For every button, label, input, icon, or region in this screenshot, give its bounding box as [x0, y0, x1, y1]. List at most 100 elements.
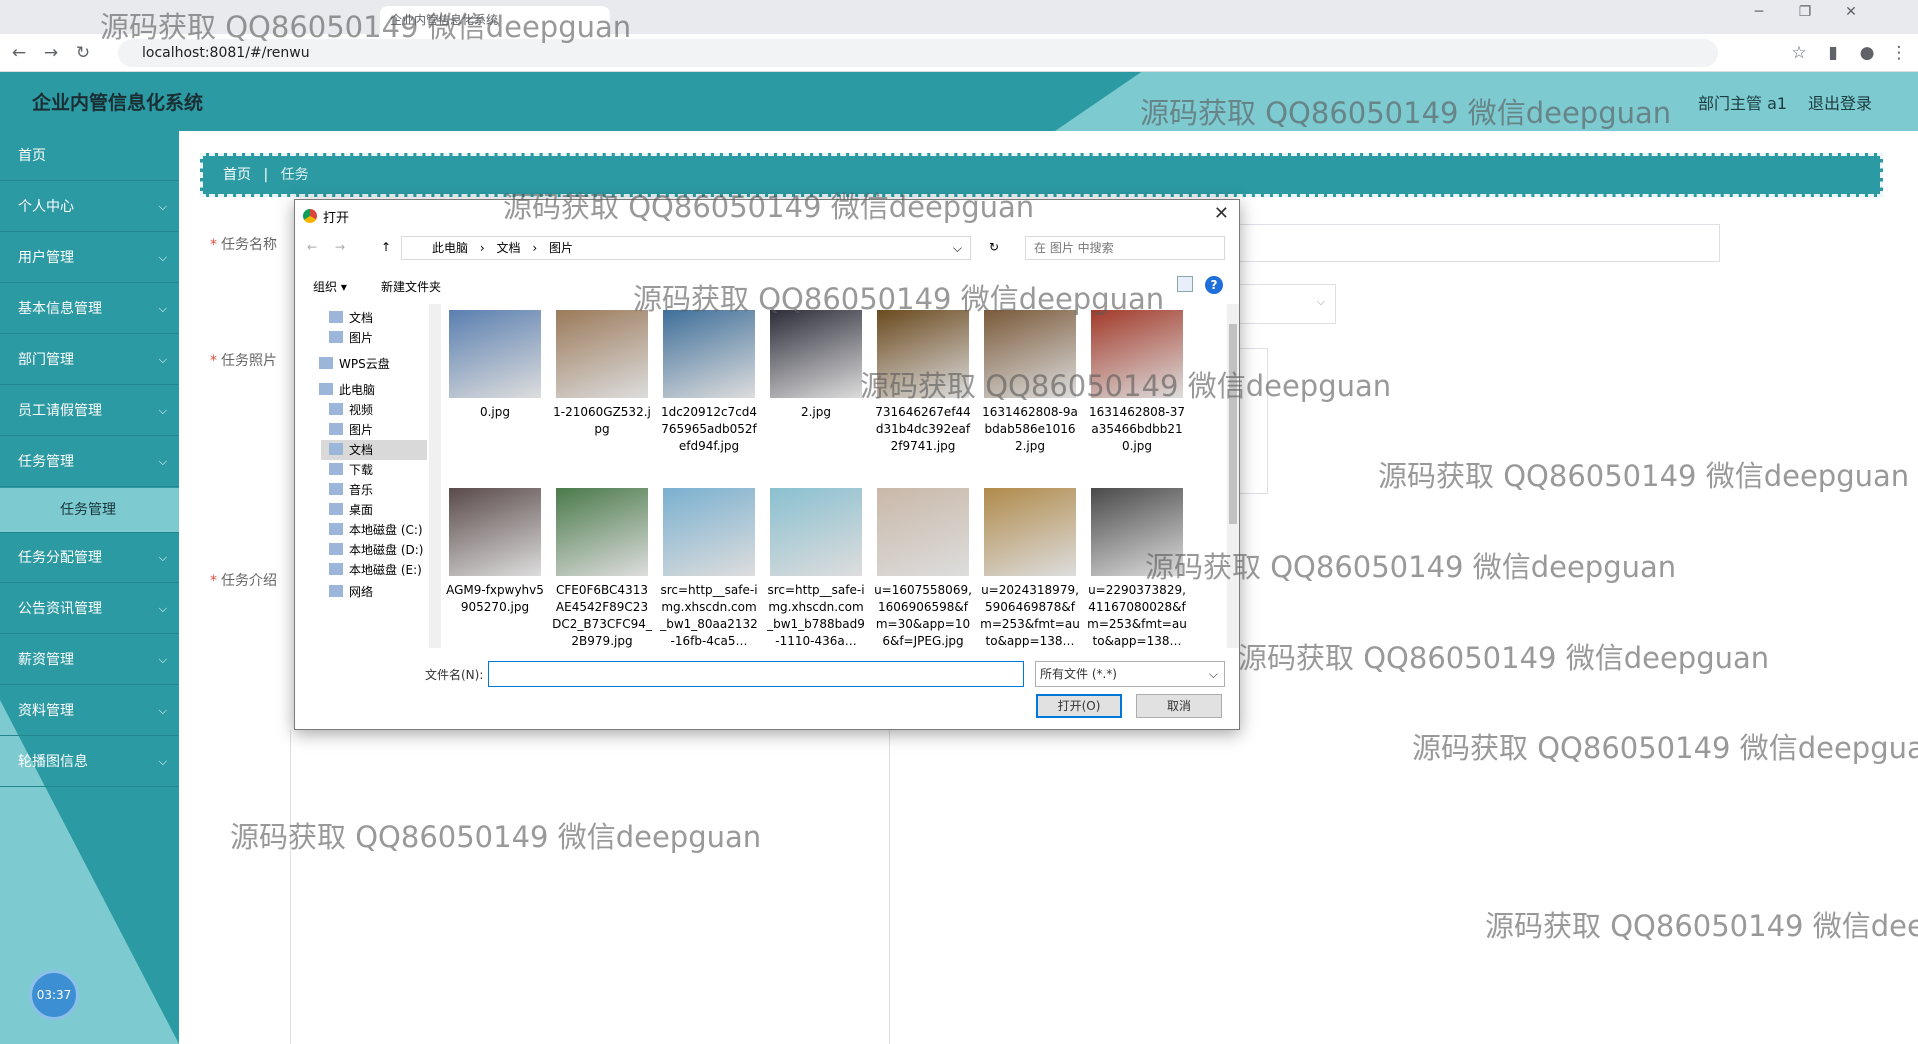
star-icon[interactable]: ☆: [1788, 42, 1810, 64]
preview-pane-icon[interactable]: [1177, 276, 1193, 292]
file-item[interactable]: CFE0F6BC4313AE4542F89C23DC2_B73CFC94_2B9…: [552, 488, 652, 648]
sidebar-item[interactable]: 首页: [0, 131, 179, 181]
nav-item[interactable]: 此电脑: [319, 380, 427, 400]
sidebar-item[interactable]: 个人中心 ⌵: [0, 182, 179, 232]
dialog-back-icon[interactable]: ←: [307, 240, 317, 254]
dialog-search-input[interactable]: 在 图片 中搜索: [1025, 236, 1225, 260]
filename-label: 文件名(N):: [425, 668, 484, 682]
dialog-address-bar[interactable]: 此电脑 › 文档 › 图片 ⌵: [401, 236, 971, 260]
file-item[interactable]: 1-21060GZ532.jpg: [552, 310, 652, 438]
menu-icon[interactable]: ⋮: [1888, 42, 1910, 64]
select-input[interactable]: ⌵: [1238, 284, 1336, 324]
sidebar-item[interactable]: 薪资管理 ⌵: [0, 635, 179, 685]
browser-tab-active[interactable]: 企业内管信息化系统: [380, 6, 610, 34]
nav-item[interactable]: 本地磁盘 (E:): [329, 560, 427, 580]
logout-link[interactable]: 退出登录: [1808, 90, 1872, 114]
sidepanel-icon[interactable]: ▮: [1822, 42, 1844, 64]
sidebar-item-label: 任务管理: [60, 502, 116, 518]
nav-item[interactable]: 本地磁盘 (D:): [329, 540, 427, 560]
nav-item[interactable]: 桌面: [329, 500, 427, 520]
photo-upload-box[interactable]: [1238, 348, 1268, 494]
file-list-scroll-thumb[interactable]: [1229, 324, 1237, 524]
filetype-select[interactable]: 所有文件 (*.*) ⌵: [1035, 661, 1225, 687]
nav-item-label: 桌面: [349, 503, 374, 517]
close-window-icon[interactable]: ✕: [1836, 4, 1866, 20]
nav-item[interactable]: 文档: [329, 308, 427, 328]
file-item[interactable]: u=2290373829,41167080028&fm=253&fmt=auto…: [1087, 488, 1187, 648]
nav-item[interactable]: 网络: [329, 582, 427, 602]
nav-item[interactable]: 文档: [321, 440, 427, 460]
path-segment[interactable]: 文档: [496, 241, 520, 255]
file-item[interactable]: 731646267ef44d31b4dc392eaf2f9741.jpg: [873, 310, 973, 455]
breadcrumb-home[interactable]: 首页: [223, 167, 251, 183]
nav-item-label: 本地磁盘 (E:): [349, 563, 422, 577]
file-item[interactable]: AGM9-fxpwyhv5905270.jpg: [445, 488, 545, 616]
task-name-input[interactable]: [1238, 224, 1720, 262]
nav-scrollbar[interactable]: [429, 304, 441, 648]
path-segment[interactable]: 图片: [549, 241, 573, 255]
dialog-close-icon[interactable]: ✕: [1214, 203, 1229, 224]
sidebar-item[interactable]: 任务管理: [0, 488, 179, 533]
restore-icon[interactable]: ❐: [1790, 4, 1820, 20]
cancel-button[interactable]: 取消: [1136, 694, 1222, 718]
image-thumbnail: [556, 310, 648, 398]
nav-item[interactable]: 视频: [329, 400, 427, 420]
sidebar-item[interactable]: 员工请假管理 ⌵: [0, 386, 179, 436]
file-name: 1dc20912c7cd4765965adb052fefd94f.jpg: [660, 405, 758, 453]
forward-icon[interactable]: →: [40, 42, 62, 64]
file-item[interactable]: 0.jpg: [445, 310, 545, 421]
browser-tab[interactable]: [92, 6, 372, 34]
path-segment[interactable]: 此电脑: [432, 241, 468, 255]
chevron-down-icon: ⌵: [158, 653, 167, 666]
address-bar[interactable]: localhost:8081/#/renwu: [118, 39, 1718, 67]
dialog-forward-icon[interactable]: →: [335, 240, 345, 254]
help-icon[interactable]: ?: [1205, 276, 1223, 294]
file-item[interactable]: src=http__safe-img.xhscdn.com_bw1_b788ba…: [766, 488, 866, 648]
dialog-up-icon[interactable]: ↑: [381, 240, 391, 254]
profile-icon[interactable]: ●: [1856, 42, 1878, 64]
dialog-refresh-icon[interactable]: ↻: [989, 240, 999, 254]
file-item[interactable]: 1631462808-37a35466bdbb210.jpg: [1087, 310, 1187, 455]
file-item[interactable]: 2.jpg: [766, 310, 866, 421]
folder-icon: [329, 443, 343, 455]
nav-item[interactable]: 本地磁盘 (C:): [329, 520, 427, 540]
nav-item-label: 本地磁盘 (D:): [349, 543, 424, 557]
back-icon[interactable]: ←: [8, 42, 30, 64]
chevron-down-icon: ⌵: [158, 755, 167, 768]
open-button[interactable]: 打开(O): [1036, 694, 1122, 718]
nav-item[interactable]: 图片: [329, 420, 427, 440]
path-dropdown-icon[interactable]: ⌵: [953, 237, 962, 259]
new-folder-button[interactable]: 新建文件夹: [381, 278, 441, 295]
sidebar-item[interactable]: 用户管理 ⌵: [0, 233, 179, 283]
reload-icon[interactable]: ↻: [72, 42, 94, 64]
sidebar-item[interactable]: 任务管理 ⌵: [0, 437, 179, 487]
minimize-icon[interactable]: ─: [1744, 4, 1774, 20]
sidebar-item[interactable]: 资料管理 ⌵: [0, 686, 179, 736]
file-item[interactable]: u=2024318979,5906469878&fm=253&fmt=auto&…: [980, 488, 1080, 648]
sidebar-item[interactable]: 部门管理 ⌵: [0, 335, 179, 385]
file-name: CFE0F6BC4313AE4542F89C23DC2_B73CFC94_2B9…: [552, 583, 652, 648]
file-item[interactable]: src=http__safe-img.xhscdn.com_bw1_80aa21…: [659, 488, 759, 648]
file-item[interactable]: 1631462808-9abdab586e10162.jpg: [980, 310, 1080, 455]
sidebar-item[interactable]: 公告资讯管理 ⌵: [0, 584, 179, 634]
nav-item-label: 本地磁盘 (C:): [349, 523, 423, 537]
organize-button[interactable]: 组织 ▾: [313, 278, 347, 295]
breadcrumb: 首页 | 任务: [200, 153, 1883, 197]
file-item[interactable]: u=1607558069,1606906598&fm=30&app=106&f=…: [873, 488, 973, 648]
file-item[interactable]: 1dc20912c7cd4765965adb052fefd94f.jpg: [659, 310, 759, 455]
sidebar-item-label: 基本信息管理: [18, 301, 102, 317]
folder-icon: [329, 403, 343, 415]
sidebar-item[interactable]: 轮播图信息 ⌵: [0, 737, 179, 787]
folder-icon: [329, 563, 343, 575]
nav-item[interactable]: 图片: [329, 328, 427, 348]
folder-icon: [329, 585, 343, 597]
file-name: u=1607558069,1606906598&fm=30&app=106&f=…: [874, 583, 972, 648]
nav-item[interactable]: 音乐: [329, 480, 427, 500]
sidebar-item[interactable]: 基本信息管理 ⌵: [0, 284, 179, 334]
sidebar-item[interactable]: 任务分配管理 ⌵: [0, 533, 179, 583]
filename-input[interactable]: [488, 661, 1024, 687]
editor-border-left: [290, 730, 291, 1044]
nav-item[interactable]: 下载: [329, 460, 427, 480]
folder-icon: [319, 383, 333, 395]
nav-item[interactable]: WPS云盘: [319, 354, 427, 374]
